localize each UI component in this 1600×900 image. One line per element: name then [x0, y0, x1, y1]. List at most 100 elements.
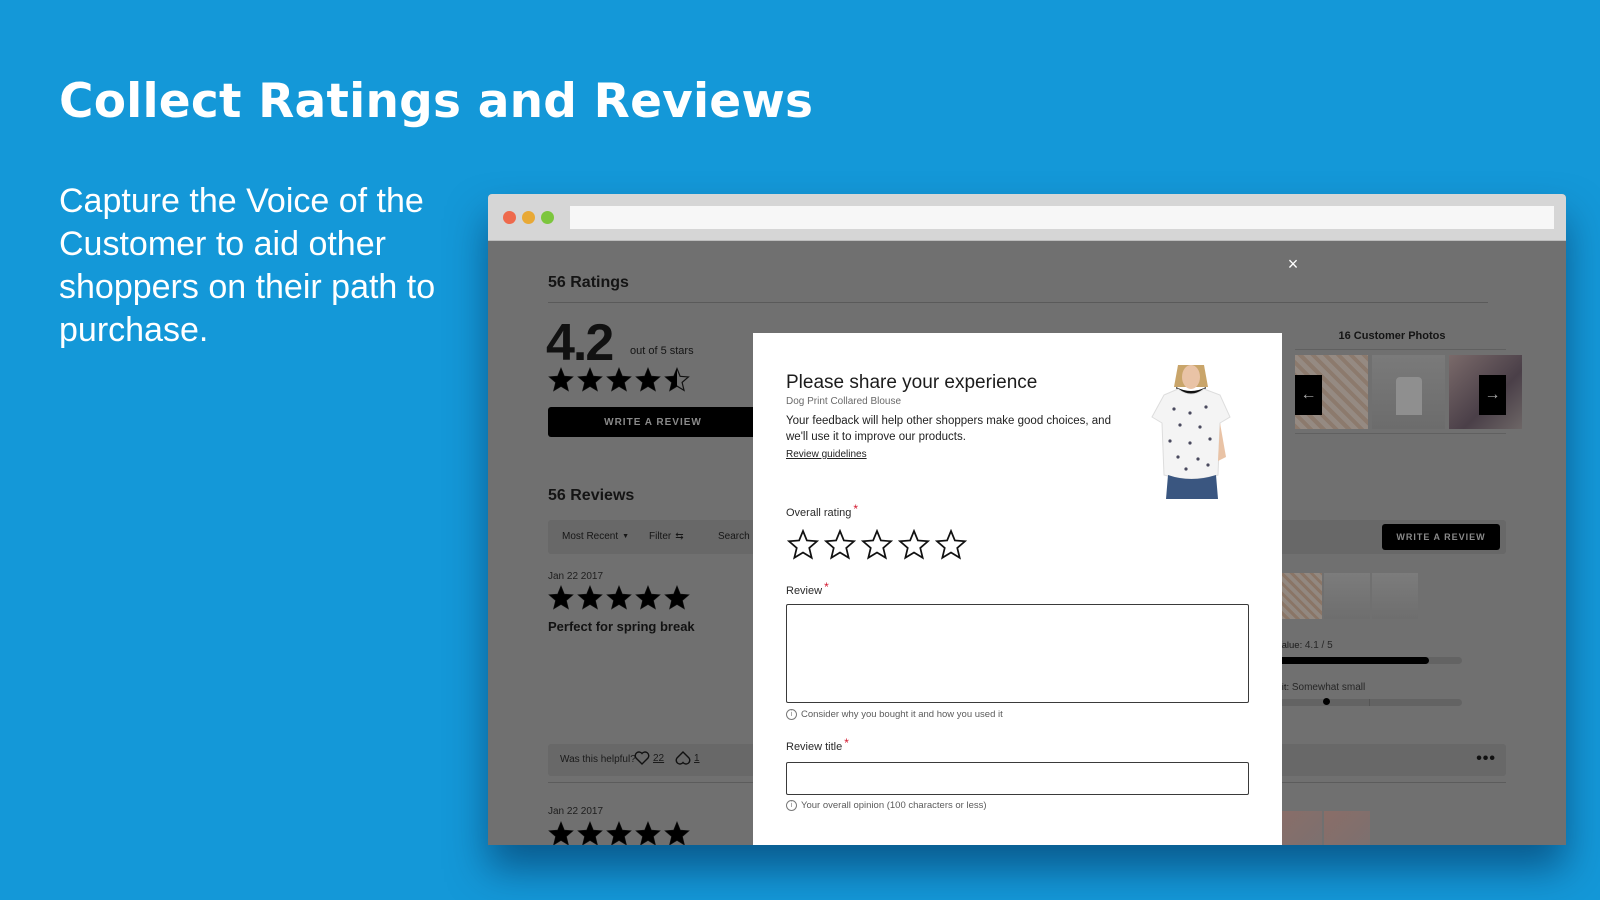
- close-modal-button[interactable]: ×: [1286, 255, 1300, 273]
- review-hint-text: Consider why you bought it and how you u…: [801, 709, 1003, 720]
- value-bar-fill: [1276, 657, 1429, 664]
- star-filled-icon: [606, 821, 632, 845]
- fit-bar: [1276, 698, 1462, 706]
- review-stars: [548, 585, 690, 611]
- review-date: Jan 22 2017: [548, 806, 604, 817]
- filter-label: Filter: [649, 531, 672, 542]
- star-empty-icon[interactable]: [898, 529, 930, 561]
- fit-value: Somewhat small: [1291, 682, 1366, 693]
- helpful-no-button[interactable]: 1: [675, 751, 700, 765]
- filter-button[interactable]: Filter ⇆: [649, 531, 684, 542]
- more-options-button[interactable]: •••: [1476, 750, 1496, 768]
- reviews-page: 56 Ratings 4.2 out of 5 stars WRITE A RE…: [488, 241, 1566, 845]
- review-photo[interactable]: [1372, 573, 1418, 619]
- star-filled-icon: [548, 367, 574, 392]
- out-of-label: out of 5 stars: [630, 345, 694, 357]
- write-review-button[interactable]: WRITE A REVIEW: [548, 407, 758, 437]
- star-half-icon: [664, 367, 690, 392]
- modal-description: Your feedback will help other shoppers m…: [786, 415, 1111, 443]
- product-image: [1151, 365, 1231, 499]
- search-reviews[interactable]: Search: [718, 531, 750, 542]
- product-name: Dog Print Collared Blouse: [786, 396, 902, 407]
- average-rating: 4.2: [546, 314, 614, 372]
- required-marker: *: [844, 736, 849, 750]
- review-title-input[interactable]: [786, 762, 1249, 795]
- modal-title: Please share your experience: [786, 372, 1038, 393]
- reviews-heading: 56 Reviews: [548, 487, 635, 504]
- value-bar: [1276, 657, 1462, 664]
- average-stars: [548, 367, 690, 393]
- review-label-text: Review: [786, 585, 823, 597]
- info-icon: i: [786, 800, 797, 811]
- overall-rating-input[interactable]: [787, 529, 967, 561]
- star-filled-icon: [664, 585, 690, 610]
- hero-title: Collect Ratings and Reviews: [59, 74, 814, 129]
- required-marker: *: [824, 580, 829, 594]
- arrow-right-icon: →: [1484, 386, 1501, 403]
- review-label: Review *: [786, 580, 829, 597]
- star-filled-icon: [606, 367, 632, 392]
- helpful-yes-button[interactable]: 22: [634, 751, 664, 765]
- star-empty-icon[interactable]: [935, 529, 967, 561]
- star-filled-icon: [635, 585, 661, 610]
- sort-label: Most Recent: [562, 531, 619, 542]
- fit-metric-label: Fit: Somewhat small: [1276, 682, 1365, 693]
- write-review-button-secondary[interactable]: WRITE A REVIEW: [1382, 524, 1500, 550]
- carousel-prev-button[interactable]: ←: [1295, 375, 1322, 415]
- review-photos: [1276, 811, 1370, 845]
- browser-chrome: [488, 194, 1566, 241]
- sliders-icon: ⇆: [675, 531, 684, 542]
- ratings-heading: 56 Ratings: [548, 274, 629, 291]
- review-title-label-text: Review title: [786, 741, 843, 753]
- review-hint: i Consider why you bought it and how you …: [786, 709, 1003, 720]
- star-empty-icon[interactable]: [824, 529, 856, 561]
- value-metric-label: Value: 4.1 / 5: [1276, 640, 1333, 651]
- helpful-no-count: 1: [694, 752, 700, 764]
- overall-rating-text: Overall rating: [786, 507, 852, 519]
- value-score: 4.1 / 5: [1304, 640, 1333, 651]
- close-window-button[interactable]: [503, 211, 516, 224]
- helpful-label: Was this helpful?: [560, 754, 636, 765]
- browser-window: 56 Ratings 4.2 out of 5 stars WRITE A RE…: [488, 194, 1566, 845]
- caret-down-icon: ▼: [622, 533, 630, 540]
- maximize-window-button[interactable]: [541, 211, 554, 224]
- customer-photos-heading: 16 Customer Photos: [1338, 330, 1446, 342]
- star-filled-icon: [635, 367, 661, 392]
- customer-photo[interactable]: [1372, 355, 1445, 429]
- search-label: Search: [718, 531, 750, 542]
- star-filled-icon: [577, 367, 603, 392]
- review-guidelines-link[interactable]: Review guidelines: [786, 449, 867, 460]
- review-stars: [548, 821, 690, 845]
- review-photo[interactable]: [1276, 573, 1322, 619]
- minimize-window-button[interactable]: [522, 211, 535, 224]
- review-photos: [1276, 573, 1418, 619]
- fit-bar-marker: [1323, 698, 1331, 705]
- heart-icon: [634, 751, 650, 765]
- review-photo[interactable]: [1324, 811, 1370, 845]
- hero-subtitle: Capture the Voice of the Customer to aid…: [59, 182, 436, 349]
- review-date: Jan 22 2017: [548, 571, 604, 582]
- review-title: Perfect for spring break: [548, 619, 695, 634]
- review-photo[interactable]: [1276, 811, 1322, 845]
- star-filled-icon: [664, 821, 690, 845]
- review-textarea[interactable]: [786, 604, 1249, 703]
- star-empty-icon[interactable]: [861, 529, 893, 561]
- star-filled-icon: [606, 585, 632, 610]
- star-filled-icon: [548, 821, 574, 845]
- review-photo[interactable]: [1324, 573, 1370, 619]
- sort-dropdown[interactable]: Most Recent ▼: [562, 531, 629, 542]
- arrow-left-icon: ←: [1300, 386, 1317, 403]
- divider: [1295, 433, 1506, 434]
- write-review-modal: Please share your experience Dog Print C…: [753, 333, 1282, 845]
- address-bar[interactable]: [570, 206, 1554, 229]
- info-icon: i: [786, 709, 797, 720]
- star-empty-icon[interactable]: [787, 529, 819, 561]
- star-filled-icon: [635, 821, 661, 845]
- required-marker: *: [853, 502, 859, 516]
- divider: [1295, 349, 1506, 350]
- star-filled-icon: [548, 585, 574, 610]
- carousel-next-button[interactable]: →: [1479, 375, 1506, 415]
- review-title-hint-text: Your overall opinion (100 characters or …: [801, 800, 987, 811]
- fit-bar-midpoint: [1369, 699, 1370, 706]
- star-filled-icon: [577, 585, 603, 610]
